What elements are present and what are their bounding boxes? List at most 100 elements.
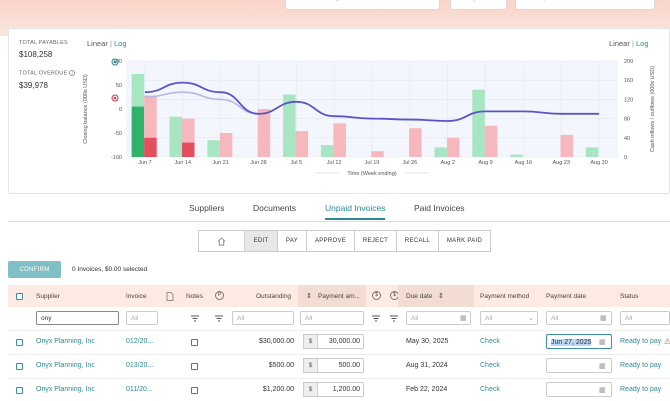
- left-tick-label: 0: [119, 107, 122, 113]
- tab-divider: [8, 221, 670, 222]
- supplier-link[interactable]: Onyx Planning, Inc: [36, 338, 95, 345]
- priority-icon[interactable]: P: [215, 291, 224, 300]
- period-select[interactable]: Weekly: [450, 0, 507, 10]
- calendar-icon[interactable]: ▦: [599, 386, 606, 394]
- due-date-value: May 30, 2025: [406, 338, 449, 345]
- table-row[interactable]: Onyx Planning, Inc 012/20... $30,000.00 $30…: [8, 330, 670, 353]
- tab-unpaid-invoices[interactable]: Unpaid Invoices: [325, 203, 386, 220]
- approve-button[interactable]: APPROVE: [306, 230, 355, 252]
- right-tick-label: 0: [624, 155, 627, 161]
- calendar-icon[interactable]: ▦: [600, 314, 607, 322]
- filter-icon[interactable]: [191, 315, 199, 322]
- row-checkbox[interactable]: [16, 363, 23, 370]
- notes-icon[interactable]: [191, 339, 198, 346]
- inflow-bar: [510, 154, 523, 157]
- calendar-icon[interactable]: ▦: [599, 362, 606, 370]
- payment-method-link[interactable]: Check: [480, 386, 500, 393]
- table-row[interactable]: Onyx Planning, Inc 011/20... $1,200.00 $1,2…: [8, 378, 670, 401]
- x-tick-label: Jul 12: [327, 160, 342, 166]
- column-payment-amount[interactable]: Payment am...: [318, 293, 360, 300]
- filter-icon[interactable]: [215, 315, 223, 322]
- outflow-bar: [257, 109, 271, 157]
- payment-method-link[interactable]: Check: [480, 362, 500, 369]
- calendar-icon[interactable]: ▦: [460, 314, 467, 322]
- x-tick-label: Jun 21: [212, 160, 229, 166]
- supplier-filter-input[interactable]: ony: [36, 311, 119, 325]
- due-date-value: Aug 31, 2024: [406, 362, 448, 369]
- filter-icon[interactable]: [372, 315, 380, 322]
- inflow-bar: [472, 89, 485, 157]
- left-tick-label: -100: [111, 155, 122, 161]
- outflow-bar: [333, 123, 346, 157]
- notes-icon[interactable]: [191, 387, 198, 394]
- row-checkbox[interactable]: [16, 339, 23, 346]
- invoice-link[interactable]: 012/20...: [126, 338, 153, 345]
- select-all-checkbox[interactable]: [16, 293, 23, 300]
- reject-button[interactable]: REJECT: [354, 230, 397, 252]
- recall-button[interactable]: RECALL: [396, 230, 439, 252]
- impact-select[interactable]: Cash impact date: [515, 0, 655, 10]
- edit-button[interactable]: EDIT: [244, 230, 278, 252]
- x-tick-label: Jul 26: [403, 160, 418, 166]
- payment-date-input[interactable]: Jun 27, 2025 ▦: [546, 334, 612, 349]
- x-tick-label: Jun 28: [250, 160, 267, 166]
- column-due-date[interactable]: Due date: [406, 293, 432, 300]
- currency-icon[interactable]: $: [372, 291, 381, 300]
- column-payment-method[interactable]: Payment method: [480, 293, 529, 300]
- overdue-inflow-bar: [131, 106, 145, 157]
- invoice-filter-input[interactable]: All: [126, 311, 158, 325]
- invoice-link[interactable]: 011/20...: [126, 386, 153, 393]
- sort-asc-icon[interactable]: ⇕: [438, 292, 444, 300]
- inflow-bar: [207, 140, 220, 157]
- column-payment-date[interactable]: Payment date: [546, 293, 586, 300]
- inflow-bar: [169, 116, 183, 157]
- tab-suppliers[interactable]: Suppliers: [189, 203, 224, 213]
- outflow-bar: [484, 125, 498, 157]
- outstanding-value: $1,200.00: [262, 386, 294, 393]
- cashflow-card: TOTAL PAYABLES $108,258 TOTAL OVERDUE i $…: [8, 28, 670, 194]
- payment-date-value: Jun 27, 2025: [551, 339, 592, 346]
- status-value: Ready to pay: [620, 386, 662, 393]
- supplier-link[interactable]: Onyx Planning, Inc: [36, 386, 95, 393]
- overdue-outflow-bar: [182, 142, 195, 157]
- pay-button[interactable]: PAY: [277, 230, 307, 252]
- table-row[interactable]: Onyx Planning, Inc 013/20... $500.00 $500.0…: [8, 354, 670, 377]
- sort-icon[interactable]: ⇕: [306, 292, 312, 300]
- filter-icon[interactable]: [390, 315, 398, 322]
- payment-date-input[interactable]: ▦: [546, 358, 612, 373]
- calendar-icon[interactable]: ▦: [599, 338, 606, 346]
- currency-prefix: $: [303, 334, 318, 349]
- payment-filter-input[interactable]: All: [300, 311, 364, 325]
- right-tick-label: 160: [624, 78, 633, 84]
- column-outstanding[interactable]: Outstanding: [256, 293, 291, 300]
- x-tick-label: Aug 9: [478, 160, 492, 166]
- payment-date-input[interactable]: ▦: [546, 382, 612, 397]
- tab-paid-invoices[interactable]: Paid Invoices: [414, 203, 465, 213]
- home-button[interactable]: [198, 230, 245, 252]
- x-tick-label: Aug 23: [553, 160, 570, 166]
- cashflow-chart: 20016012080400100500-50-100Jun 7 Jun 14 Ju…: [83, 58, 656, 177]
- supplier-link[interactable]: Onyx Planning, Inc: [36, 362, 95, 369]
- document-icon[interactable]: [166, 292, 174, 303]
- confirm-button[interactable]: CONFIRM: [8, 261, 61, 278]
- right-tick-label: 200: [624, 59, 633, 65]
- x-tick-label: Aug 16: [515, 160, 532, 166]
- column-status[interactable]: Status: [620, 293, 638, 300]
- right-axis-label: Cash inflows / outflows (000s USD): [650, 66, 656, 152]
- row-checkbox[interactable]: [16, 387, 23, 394]
- date-range-field[interactable]: Jun 1, 2025 - Aug 30, 2025: [285, 0, 440, 10]
- column-notes[interactable]: Notes: [186, 293, 203, 300]
- inflow-bar: [434, 147, 447, 157]
- column-invoice[interactable]: Invoice: [126, 293, 147, 300]
- chevron-down-icon[interactable]: ⌄: [528, 314, 534, 322]
- notes-icon[interactable]: [191, 363, 198, 370]
- payment-method-link[interactable]: Check: [480, 338, 500, 345]
- invoice-link[interactable]: 013/20...: [126, 362, 153, 369]
- outstanding-filter-input[interactable]: All: [232, 311, 294, 325]
- mark-paid-button[interactable]: MARK PAID: [438, 230, 491, 252]
- column-supplier[interactable]: Supplier: [36, 293, 60, 300]
- status-value: Ready to pay: [620, 338, 662, 345]
- outstanding-value: $500.00: [268, 362, 294, 369]
- tab-documents[interactable]: Documents: [253, 203, 296, 213]
- status-filter-input[interactable]: All: [620, 311, 670, 325]
